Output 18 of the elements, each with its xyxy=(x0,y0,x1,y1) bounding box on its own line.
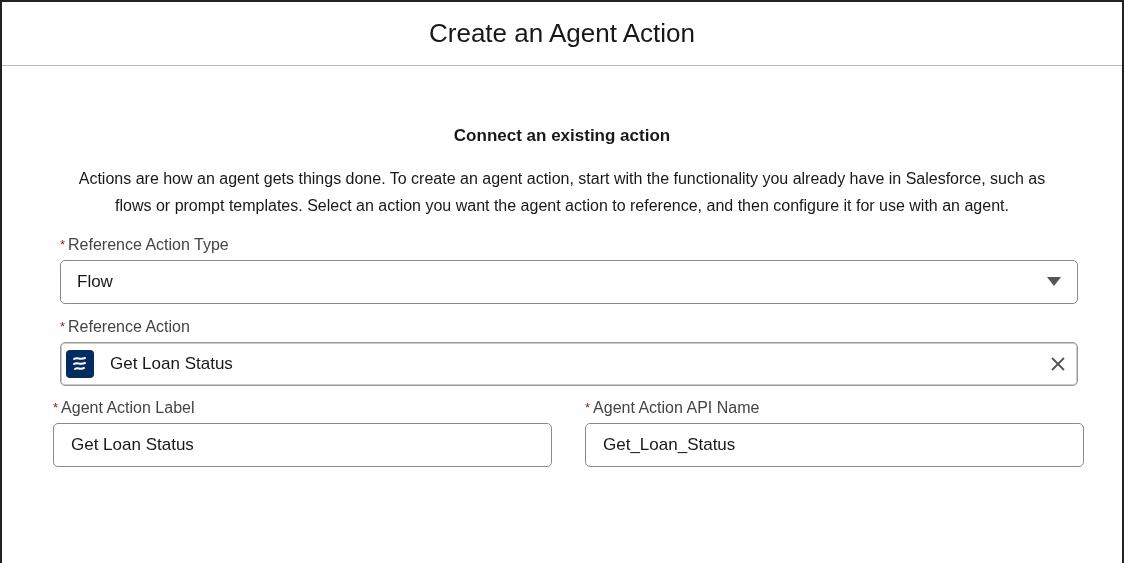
required-mark: * xyxy=(53,398,59,417)
field-label: Agent Action API Name xyxy=(593,397,760,418)
section-heading: Connect an existing action xyxy=(453,125,671,147)
window-title: Create an Agent Action xyxy=(429,17,695,50)
field-label: Reference Action Type xyxy=(68,234,229,255)
clear-icon[interactable] xyxy=(1051,356,1065,371)
type-dropdown[interactable]: Flow xyxy=(60,259,1078,304)
lookup-field[interactable]: Get Loan Status xyxy=(60,341,1078,386)
required-mark: * xyxy=(585,398,591,417)
required-mark: * xyxy=(60,235,66,254)
description-text: Actions are how an agent gets things done. To create an agent action, start with the functionality you already have in Salesforce, such as flows or prompt templates. Select an action you want the agent action to reference, and then configure it for use with an agent. xyxy=(77,168,1047,216)
text-input[interactable]: Get_Loan_Status xyxy=(585,422,1084,467)
field-label: Reference Action xyxy=(68,316,190,337)
required-mark: * xyxy=(60,317,66,336)
flow-icon xyxy=(66,349,94,378)
field-label: Agent Action Label xyxy=(61,397,195,418)
text-input[interactable]: Get Loan Status xyxy=(53,422,552,467)
caret-icon xyxy=(1047,277,1061,286)
